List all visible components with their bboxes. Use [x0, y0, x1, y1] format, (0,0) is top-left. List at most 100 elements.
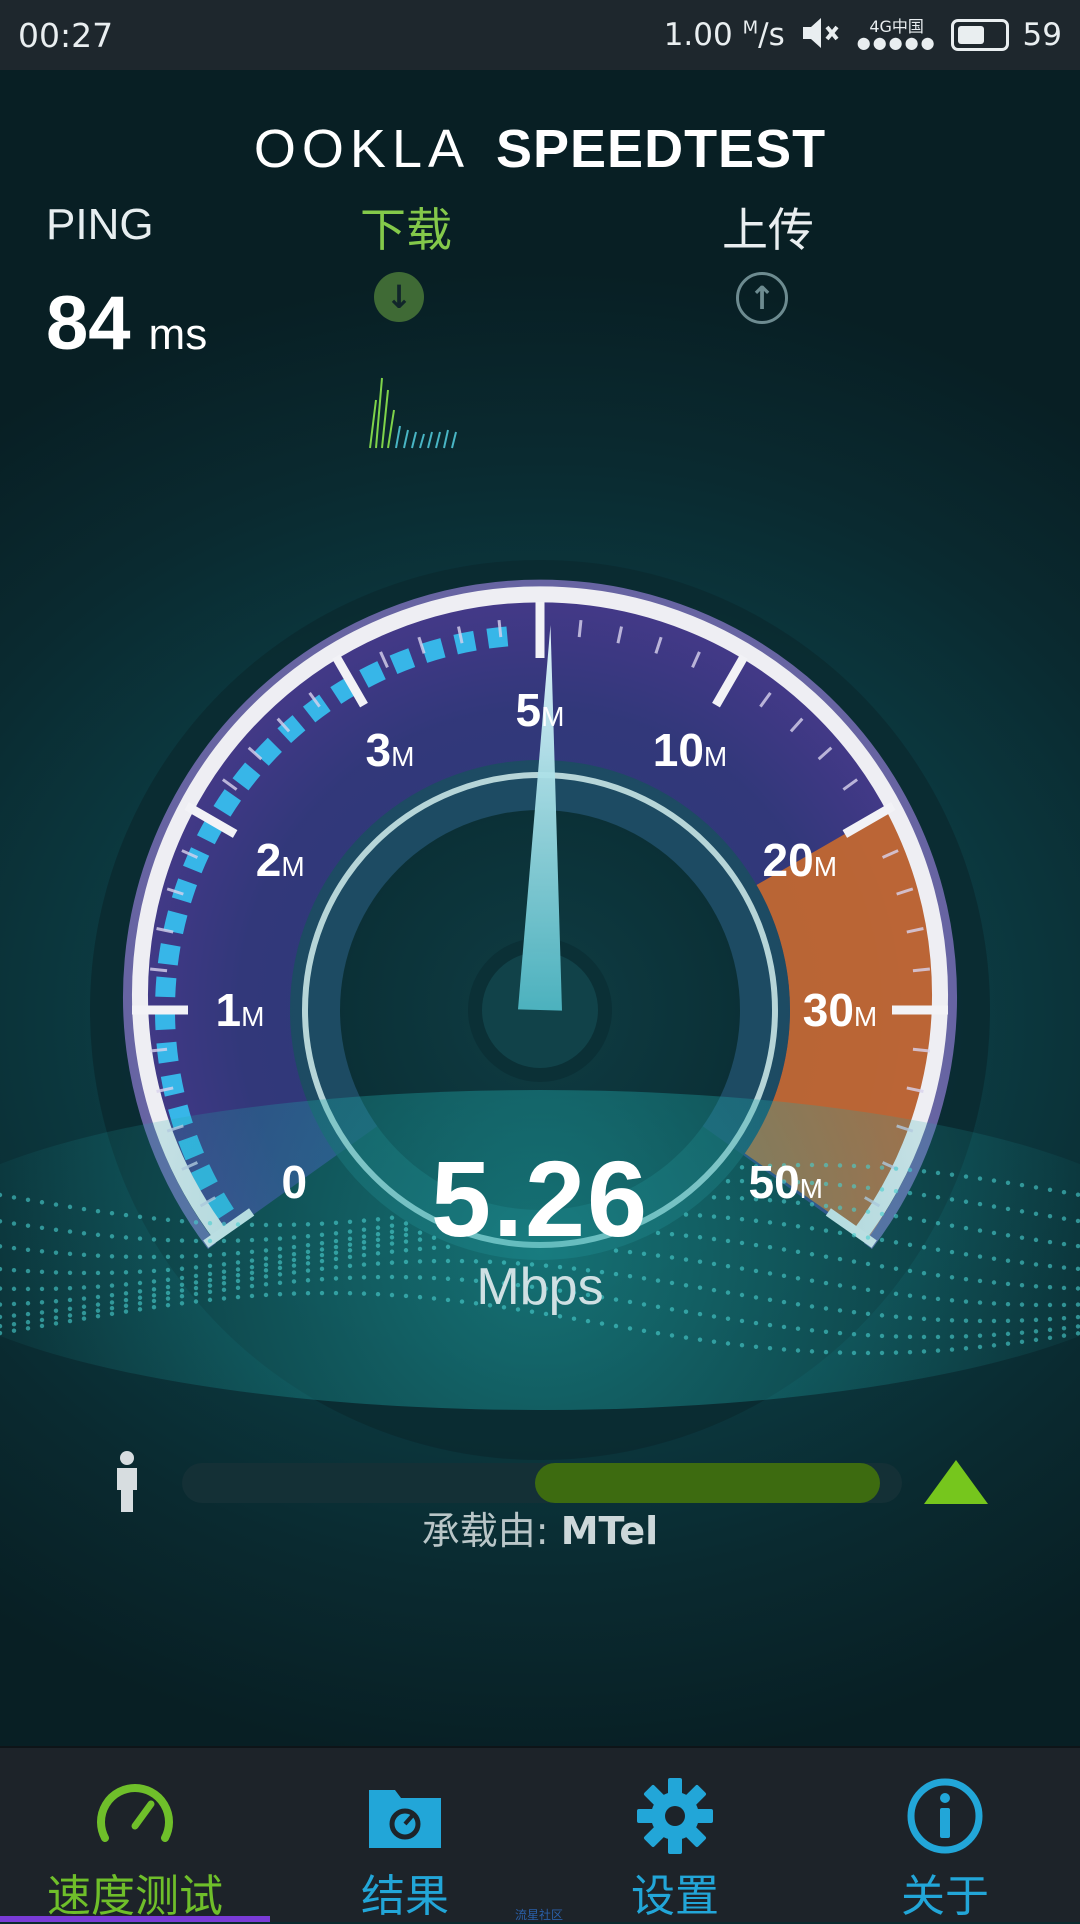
wave-dot	[599, 1321, 605, 1326]
gauge-progress-segment	[160, 1073, 185, 1097]
tab-label: 速度测试	[47, 1871, 223, 1922]
gauge-progress-segment	[389, 648, 416, 675]
wave-dot	[11, 1328, 17, 1333]
speed-value: 5.26	[430, 1138, 650, 1259]
wave-dot	[865, 1350, 871, 1356]
wave-dot	[851, 1331, 857, 1337]
wave-dot	[921, 1349, 927, 1354]
wave-dot	[851, 1350, 857, 1356]
gauge-progress-segment	[232, 762, 261, 791]
results-folder-icon	[369, 1790, 441, 1848]
wave-dot	[963, 1346, 969, 1351]
wave-dot	[11, 1321, 17, 1327]
wave-dot	[809, 1349, 815, 1354]
wave-dot	[977, 1333, 983, 1338]
wave-dot	[795, 1348, 801, 1353]
tab-about[interactable]: 关于	[810, 1748, 1080, 1922]
wave-dot	[697, 1337, 703, 1342]
wave-dot	[991, 1343, 997, 1348]
wave-dot	[1075, 1331, 1080, 1336]
wave-dot	[613, 1323, 619, 1329]
gauge-minor-tick	[577, 619, 583, 638]
gauge-minor-tick	[149, 967, 168, 973]
wave-dot	[767, 1345, 773, 1351]
wave-dot	[893, 1334, 899, 1339]
wave-dot	[781, 1324, 787, 1330]
gauge-minor-tick	[912, 1047, 931, 1053]
wave-dot	[1019, 1330, 1025, 1335]
wave-dot	[711, 1339, 717, 1344]
wave-dot	[669, 1333, 675, 1338]
progress-track	[182, 1463, 902, 1503]
wave-dot	[25, 1326, 31, 1331]
mute-icon	[799, 13, 843, 57]
wave-dot	[25, 1319, 31, 1325]
wave-dot	[1047, 1327, 1053, 1333]
speed-unit: Mbps	[476, 1258, 604, 1316]
wave-dot	[753, 1320, 759, 1326]
wave-dot	[725, 1316, 731, 1321]
wave-dot	[823, 1349, 829, 1355]
gauge-progress-segment	[171, 878, 198, 904]
wave-dot	[67, 1318, 73, 1324]
gauge-minor-tick	[912, 967, 931, 973]
wave-dot	[81, 1316, 87, 1321]
wave-dot	[823, 1329, 829, 1334]
wave-dot	[1047, 1316, 1053, 1322]
wave-dot	[935, 1317, 941, 1322]
wave-dot	[949, 1334, 955, 1339]
wave-dot	[879, 1333, 885, 1339]
wave-dot	[1061, 1333, 1067, 1338]
bottom-nav: 速度测试 结果 设置 关于	[0, 1746, 1080, 1922]
wave-dot	[725, 1341, 731, 1346]
wave-dot	[1033, 1317, 1039, 1323]
gauge-progress-segment	[421, 638, 446, 663]
wave-dot	[935, 1348, 941, 1353]
host-info: 承载由: MTel	[421, 1509, 659, 1553]
wave-dot	[963, 1318, 969, 1323]
status-bar: 00:27 1.00 M/s 4G中国 ●●●●● 59	[0, 0, 1080, 70]
watermark-text: 流星社区	[515, 1908, 564, 1922]
info-icon	[907, 1778, 983, 1854]
wave-dot	[907, 1334, 913, 1340]
gauge-minor-tick	[497, 619, 503, 638]
tab-speedtest[interactable]: 速度测试	[0, 1748, 270, 1922]
wave-dot	[809, 1328, 815, 1333]
wave-dot	[753, 1344, 759, 1349]
active-tab-indicator	[0, 1916, 270, 1922]
wave-dot	[865, 1332, 871, 1338]
gauge-progress-segment	[253, 737, 282, 766]
wave-dot	[795, 1326, 801, 1331]
wave-dot	[921, 1316, 927, 1322]
tab-settings[interactable]: 设置	[540, 1748, 810, 1922]
tab-label: 结果	[361, 1871, 449, 1922]
tab-results[interactable]: 结果	[270, 1748, 540, 1922]
speedometer-icon	[97, 1784, 173, 1842]
wave-dot	[53, 1321, 59, 1326]
wave-dot	[1005, 1331, 1011, 1337]
tab-label: 关于	[901, 1871, 989, 1922]
gauge-progress-segment	[163, 910, 188, 935]
gauge-progress-segment	[453, 630, 477, 655]
status-time: 00:27	[18, 16, 114, 55]
wave-dot	[1019, 1318, 1025, 1323]
wave-dot	[683, 1335, 689, 1340]
gauge-progress-segment	[155, 976, 177, 998]
wave-dot	[571, 1316, 577, 1321]
wave-dot	[1019, 1339, 1025, 1345]
wave-dot	[949, 1347, 955, 1352]
wave-dot	[39, 1323, 45, 1329]
battery-level: 59	[1022, 17, 1062, 53]
wave-dot	[1075, 1324, 1080, 1329]
wave-dot	[921, 1334, 927, 1340]
wave-dot	[1033, 1329, 1039, 1334]
wave-dot	[781, 1347, 787, 1352]
wave-dot	[1047, 1335, 1053, 1341]
wave-dot	[879, 1350, 885, 1356]
wave-dot	[1005, 1341, 1011, 1346]
signal-indicator: 4G中国 ●●●●●	[856, 17, 937, 52]
wave-dot	[893, 1350, 899, 1355]
speedtest-screen: OOKLA SPEEDTEST PING 84 ms 下载 ↓ 上传 ↑ 0 1…	[0, 70, 1080, 1746]
server-marker-icon	[924, 1460, 988, 1504]
wave-dot	[585, 1318, 591, 1324]
